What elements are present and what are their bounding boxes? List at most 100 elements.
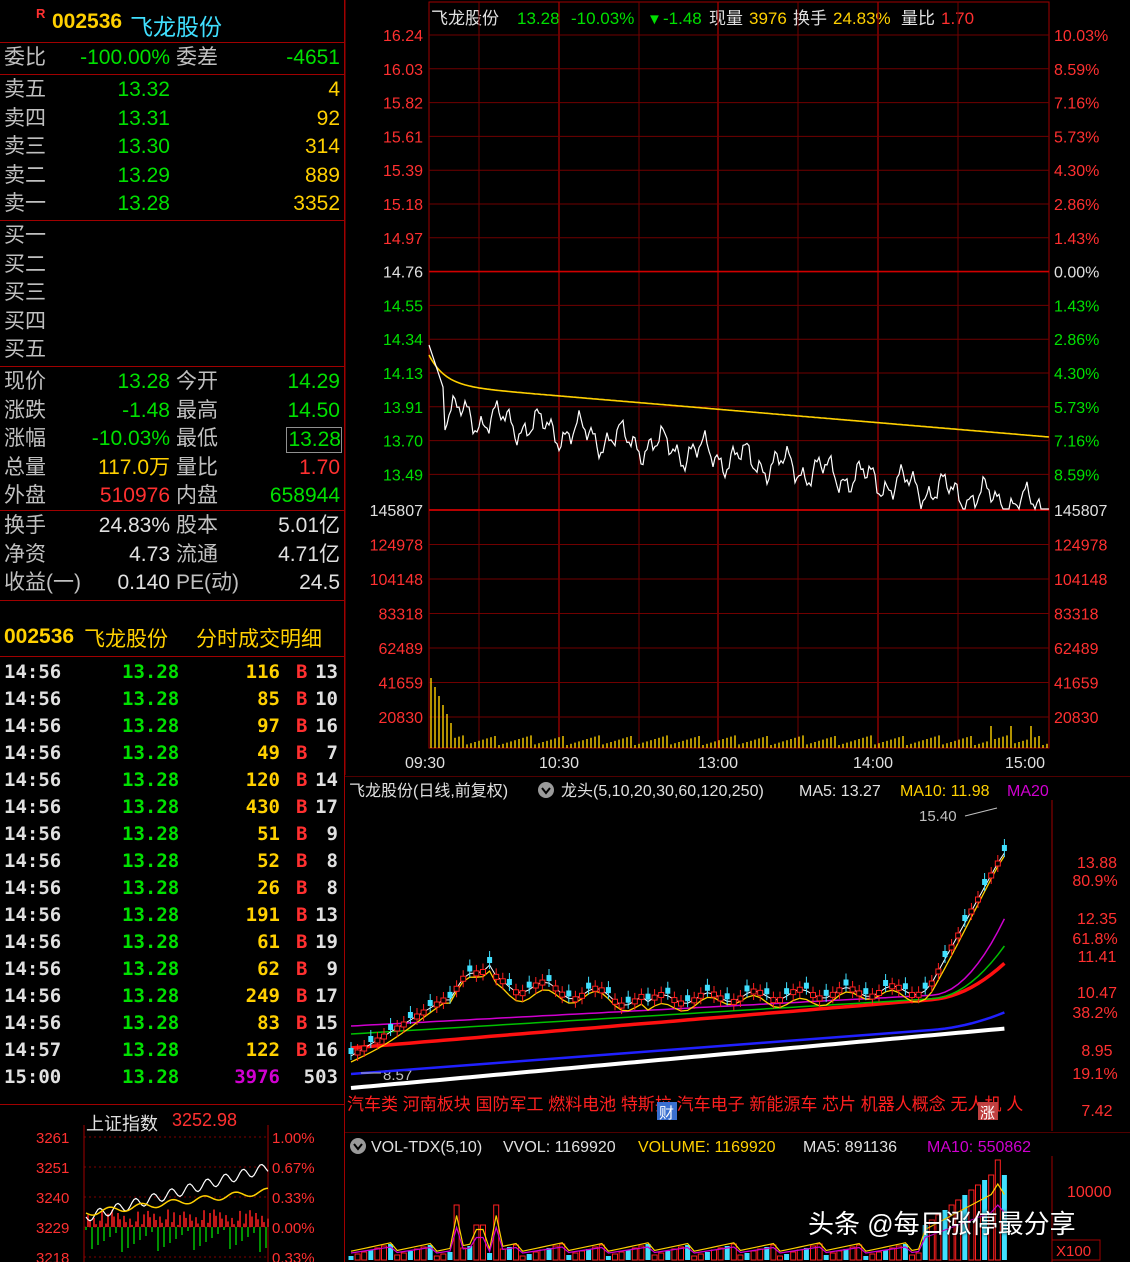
trade-row[interactable]: 14:56 13.28 120 B 14 bbox=[0, 767, 344, 794]
concept-tags[interactable]: 汽车类 河南板块 国防军工 燃料电池 特斯拉 汽车电子 新能源车 芯片 机器人概… bbox=[347, 1094, 1023, 1114]
sell-level-row[interactable]: 卖三 13.30 314 bbox=[0, 133, 344, 161]
dropdown-icon[interactable] bbox=[538, 782, 554, 798]
candle bbox=[539, 979, 546, 986]
stock-header: R 002536 飞龙股份 bbox=[0, 0, 344, 42]
volume-bar bbox=[863, 1256, 869, 1260]
volume-bar bbox=[697, 1253, 704, 1261]
trade-row[interactable]: 14:56 13.28 51 B 9 bbox=[0, 821, 344, 848]
vol-ylabel: 10000 bbox=[1067, 1184, 1112, 1201]
trade-row[interactable]: 15:00 13.28 3976 503 bbox=[0, 1064, 344, 1091]
volume-bar bbox=[625, 1250, 631, 1260]
time-axis-label: 10:30 bbox=[539, 755, 579, 772]
buy-level-row[interactable]: 买五 bbox=[0, 336, 344, 364]
trade-row[interactable]: 14:56 13.28 85 B 10 bbox=[0, 686, 344, 713]
intraday-chg: -1.48 bbox=[663, 9, 702, 28]
trade-count: 10 bbox=[315, 688, 338, 710]
trade-price: 13.28 bbox=[122, 958, 180, 980]
ma60-line bbox=[350, 961, 1006, 1050]
trade-time: 14:56 bbox=[4, 850, 62, 872]
sell-level-price: 13.31 bbox=[117, 106, 170, 130]
candle bbox=[685, 995, 691, 1002]
volume-bar bbox=[823, 1255, 829, 1260]
price-axis-label: 13.91 bbox=[383, 400, 423, 417]
buy-level-row[interactable]: 买一 bbox=[0, 222, 344, 250]
buy-level-row[interactable]: 买二 bbox=[0, 251, 344, 279]
quote-value-1: 117.0万 bbox=[98, 455, 170, 479]
volume-bar bbox=[843, 1249, 849, 1260]
badge-zhang[interactable]: 涨 bbox=[980, 1105, 995, 1122]
trade-row[interactable]: 14:57 13.28 122 B 16 bbox=[0, 1037, 344, 1064]
candle bbox=[856, 990, 863, 997]
trade-row[interactable]: 14:56 13.28 49 B 7 bbox=[0, 740, 344, 767]
vol-ma10: MA10: 550862 bbox=[927, 1139, 1031, 1156]
trade-volume: 116 bbox=[245, 661, 280, 683]
volume-bar bbox=[671, 1248, 678, 1261]
trade-volume: 85 bbox=[257, 688, 280, 710]
trade-row[interactable]: 14:56 13.28 249 B 17 bbox=[0, 983, 344, 1010]
trade-count: 17 bbox=[315, 985, 338, 1007]
candle bbox=[863, 988, 869, 995]
candle bbox=[724, 993, 730, 1000]
volume-bar bbox=[704, 1252, 710, 1260]
candle bbox=[493, 973, 500, 980]
trade-volume: 26 bbox=[257, 877, 280, 899]
candle bbox=[968, 908, 975, 915]
index-mini-chart[interactable]: 上证指数 3252.98 3261 1.00% 3251 0.67% 3240 0.33%… bbox=[0, 1105, 344, 1262]
kline-y-label: 8.95 bbox=[1081, 1043, 1112, 1060]
index-pct-label: 0.33% bbox=[272, 1190, 315, 1207]
buy-level-label: 买二 bbox=[4, 252, 46, 276]
candle bbox=[487, 957, 493, 964]
stock-name[interactable]: 飞龙股份 bbox=[130, 8, 222, 42]
daily-kline-chart[interactable]: 飞龙股份(日线,前复权) 龙头(5,10,20,30,60,120,250) M… bbox=[345, 776, 1130, 1131]
volume-chart[interactable]: VOL-TDX(5,10) VVOL: 1169920 VOLUME: 1169… bbox=[345, 1132, 1130, 1262]
quote-label-2: 今开 bbox=[176, 370, 218, 393]
candle bbox=[928, 980, 935, 987]
candle bbox=[922, 982, 928, 989]
index-pct-label: 1.00% bbox=[272, 1130, 315, 1147]
trade-row[interactable]: 14:56 13.28 97 B 16 bbox=[0, 713, 344, 740]
r-badge: R bbox=[36, 6, 46, 21]
vol-axis-label-right: 41659 bbox=[1054, 676, 1099, 693]
quote-value-2: 14.29 bbox=[287, 370, 340, 393]
trade-count: 8 bbox=[326, 850, 338, 872]
trade-row[interactable]: 14:56 13.28 62 B 9 bbox=[0, 956, 344, 983]
trade-row[interactable]: 14:56 13.28 61 B 19 bbox=[0, 929, 344, 956]
pct-axis-label: 4.30% bbox=[1054, 366, 1099, 383]
xianliang-value: 3976 bbox=[749, 9, 787, 28]
candle bbox=[823, 989, 829, 996]
candle bbox=[691, 997, 698, 1004]
trade-volume: 61 bbox=[257, 931, 280, 953]
badge-cai[interactable]: 财 bbox=[659, 1105, 674, 1122]
xianliang-label: 现量 bbox=[709, 9, 743, 28]
kline-y-label: 13.88 bbox=[1077, 855, 1117, 872]
candle bbox=[829, 991, 836, 998]
sell-level-row[interactable]: 卖四 13.31 92 bbox=[0, 105, 344, 133]
trade-price: 13.28 bbox=[122, 742, 180, 764]
sell-level-row[interactable]: 卖一 13.28 3352 bbox=[0, 190, 344, 218]
trade-price: 13.28 bbox=[122, 688, 180, 710]
watermark: 头条 @每日涨停最分享 bbox=[808, 1209, 1076, 1239]
time-axis-label: 09:30 bbox=[405, 755, 445, 772]
buy-level-row[interactable]: 买三 bbox=[0, 279, 344, 307]
stock-code[interactable]: 002536 bbox=[52, 10, 122, 34]
vol-axis-label: 83318 bbox=[379, 607, 424, 624]
trade-row[interactable]: 14:56 13.28 26 B 8 bbox=[0, 875, 344, 902]
trade-row[interactable]: 14:56 13.28 191 B 13 bbox=[0, 902, 344, 929]
intraday-chart[interactable]: 飞龙股份 13.28 -10.03% ▼ -1.48 现量 3976 换手 24… bbox=[345, 0, 1130, 775]
trade-row[interactable]: 14:56 13.28 430 B 17 bbox=[0, 794, 344, 821]
buy-level-row[interactable]: 买四 bbox=[0, 308, 344, 336]
candle bbox=[909, 991, 915, 998]
candle bbox=[447, 991, 453, 998]
trade-row[interactable]: 14:56 13.28 83 B 15 bbox=[0, 1010, 344, 1037]
sell-level-row[interactable]: 卖五 13.32 4 bbox=[0, 76, 344, 104]
kline-pct-label: 80.9% bbox=[1072, 873, 1117, 890]
detail-title[interactable]: 分时成交明细 bbox=[196, 623, 322, 653]
volume-bar bbox=[394, 1254, 401, 1261]
price-axis-label: 14.76 bbox=[383, 265, 423, 282]
trade-row[interactable]: 14:56 13.28 116 B 13 bbox=[0, 659, 344, 686]
sell-level-row[interactable]: 卖二 13.29 889 bbox=[0, 162, 344, 190]
trade-count: 9 bbox=[326, 958, 338, 980]
trade-row[interactable]: 14:56 13.28 52 B 8 bbox=[0, 848, 344, 875]
weicha-value: -4651 bbox=[286, 46, 340, 69]
dropdown-icon[interactable] bbox=[350, 1138, 366, 1154]
